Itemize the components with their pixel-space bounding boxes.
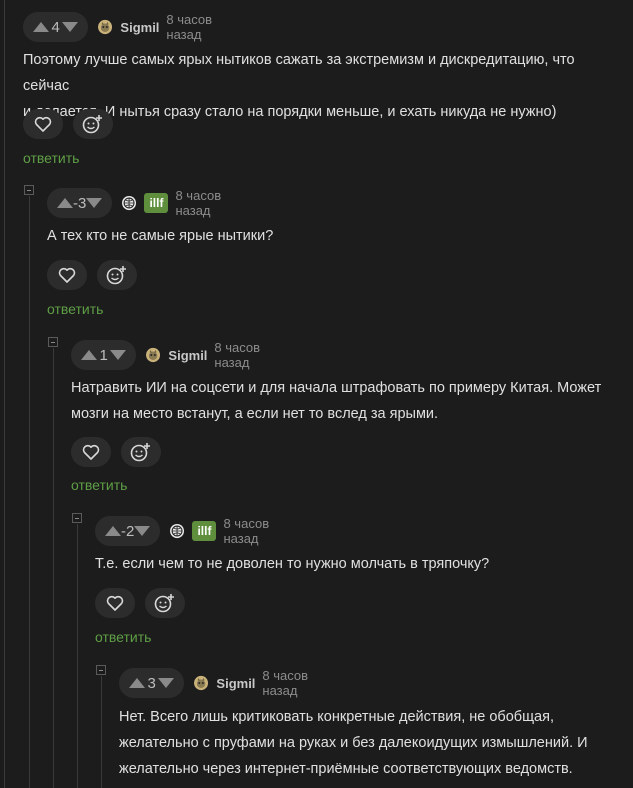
reply-link[interactable]: ответить bbox=[95, 629, 151, 645]
comment-header: -3 illf 8 часов назад bbox=[47, 188, 235, 218]
downvote-icon[interactable] bbox=[110, 350, 127, 360]
like-button[interactable] bbox=[71, 437, 111, 467]
comment-line: мозги на место встанут, а если нет то вс… bbox=[71, 406, 439, 422]
collapse-thread-button[interactable] bbox=[72, 513, 82, 523]
cat-avatar-icon[interactable] bbox=[98, 17, 113, 37]
comment-text: Нет. Всего лишь критиковать конкретные д… bbox=[119, 704, 619, 782]
comment-actions bbox=[95, 588, 185, 618]
collapse-thread-button[interactable] bbox=[48, 337, 58, 347]
timestamp[interactable]: 8 часов назад bbox=[166, 12, 226, 42]
like-button[interactable] bbox=[47, 260, 87, 290]
comment-text: Поэтому лучше самых ярых нытиков сажать … bbox=[23, 47, 623, 125]
thread-line bbox=[4, 0, 5, 788]
smiley-plus-icon bbox=[82, 115, 102, 134]
heart-icon bbox=[58, 267, 76, 283]
comment-line: Нет. Всего лишь критиковать конкретные д… bbox=[119, 709, 554, 725]
thread-line bbox=[53, 348, 54, 788]
comment-text: А тех кто не самые ярые нытики? bbox=[47, 223, 607, 249]
timestamp[interactable]: 8 часов назад bbox=[262, 668, 322, 698]
comment-header: 3 Sigmil 8 часов назад bbox=[119, 668, 322, 698]
comment-line: и делается. И нытья сразу стало на поряд… bbox=[23, 104, 557, 120]
thread-line bbox=[29, 196, 30, 788]
heart-icon bbox=[106, 595, 124, 611]
upvote-icon[interactable] bbox=[81, 350, 97, 360]
vote-score: -3 bbox=[73, 194, 87, 212]
like-button[interactable] bbox=[23, 109, 63, 139]
comment-text: Т.е. если чем то не доволен то нужно мол… bbox=[95, 551, 615, 577]
upvote-icon[interactable] bbox=[105, 526, 121, 536]
add-reaction-button[interactable] bbox=[121, 437, 161, 467]
comment-line: Поэтому лучше самых ярых нытиков сажать … bbox=[23, 52, 575, 94]
add-reaction-button[interactable] bbox=[73, 109, 113, 139]
username-badge[interactable]: illf bbox=[192, 521, 217, 541]
comment-line: Т.е. если чем то не доволен то нужно мол… bbox=[95, 556, 490, 572]
collapse-thread-button[interactable] bbox=[96, 665, 106, 675]
downvote-icon[interactable] bbox=[158, 678, 175, 688]
comment-actions bbox=[23, 109, 113, 139]
thread-line bbox=[77, 524, 78, 788]
heart-icon bbox=[82, 444, 100, 460]
heart-icon bbox=[34, 116, 52, 132]
thread-line bbox=[101, 676, 102, 788]
comment-header: 1 Sigmil 8 часов назад bbox=[71, 340, 274, 370]
smiley-plus-icon bbox=[154, 594, 174, 613]
reply-link[interactable]: ответить bbox=[47, 301, 103, 317]
collapse-thread-button[interactable] bbox=[24, 185, 34, 195]
username[interactable]: Sigmil bbox=[168, 348, 207, 363]
comment-header: 4 Sigmil 8 часов назад bbox=[23, 12, 226, 42]
downvote-icon[interactable] bbox=[62, 22, 79, 32]
reply-link[interactable]: ответить bbox=[71, 477, 127, 493]
comment-line: желательно с пруфами на руках и без дале… bbox=[119, 735, 588, 751]
comment-text: Натравить ИИ на соцсети и для начала штр… bbox=[71, 375, 621, 427]
smiley-plus-icon bbox=[106, 266, 126, 285]
cat-avatar-icon[interactable] bbox=[194, 673, 209, 693]
reply-link[interactable]: ответить bbox=[23, 150, 79, 166]
comment-line: Натравить ИИ на соцсети и для начала штр… bbox=[71, 380, 602, 396]
timestamp[interactable]: 8 часов назад bbox=[223, 516, 283, 546]
upvote-icon[interactable] bbox=[33, 22, 49, 32]
add-reaction-button[interactable] bbox=[145, 588, 185, 618]
vote-widget: 3 bbox=[119, 668, 185, 698]
vote-score: 3 bbox=[147, 674, 156, 692]
username-badge[interactable]: illf bbox=[144, 193, 169, 213]
vote-widget: -2 bbox=[95, 516, 161, 546]
timestamp[interactable]: 8 часов назад bbox=[214, 340, 274, 370]
smiley-plus-icon bbox=[130, 443, 150, 462]
cat-avatar-icon[interactable] bbox=[146, 345, 161, 365]
username[interactable]: Sigmil bbox=[216, 676, 255, 691]
comment-actions bbox=[71, 437, 161, 467]
globe-avatar-icon[interactable] bbox=[170, 521, 185, 541]
comment-line: А тех кто не самые ярые нытики? bbox=[47, 228, 274, 244]
comment-line: желательно через интернет-приёмные соотв… bbox=[119, 761, 573, 777]
comment-actions bbox=[47, 260, 137, 290]
comment-header: -2 illf 8 часов назад bbox=[95, 516, 283, 546]
vote-widget: -3 bbox=[47, 188, 113, 218]
vote-score: 4 bbox=[51, 18, 60, 36]
add-reaction-button[interactable] bbox=[97, 260, 137, 290]
vote-score: -2 bbox=[121, 522, 135, 540]
downvote-icon[interactable] bbox=[86, 198, 103, 208]
timestamp[interactable]: 8 часов назад bbox=[175, 188, 235, 218]
like-button[interactable] bbox=[95, 588, 135, 618]
vote-score: 1 bbox=[99, 346, 108, 364]
upvote-icon[interactable] bbox=[57, 198, 73, 208]
globe-avatar-icon[interactable] bbox=[122, 193, 137, 213]
vote-widget: 1 bbox=[71, 340, 137, 370]
upvote-icon[interactable] bbox=[129, 678, 145, 688]
downvote-icon[interactable] bbox=[134, 526, 151, 536]
vote-widget: 4 bbox=[23, 12, 89, 42]
username[interactable]: Sigmil bbox=[120, 20, 159, 35]
